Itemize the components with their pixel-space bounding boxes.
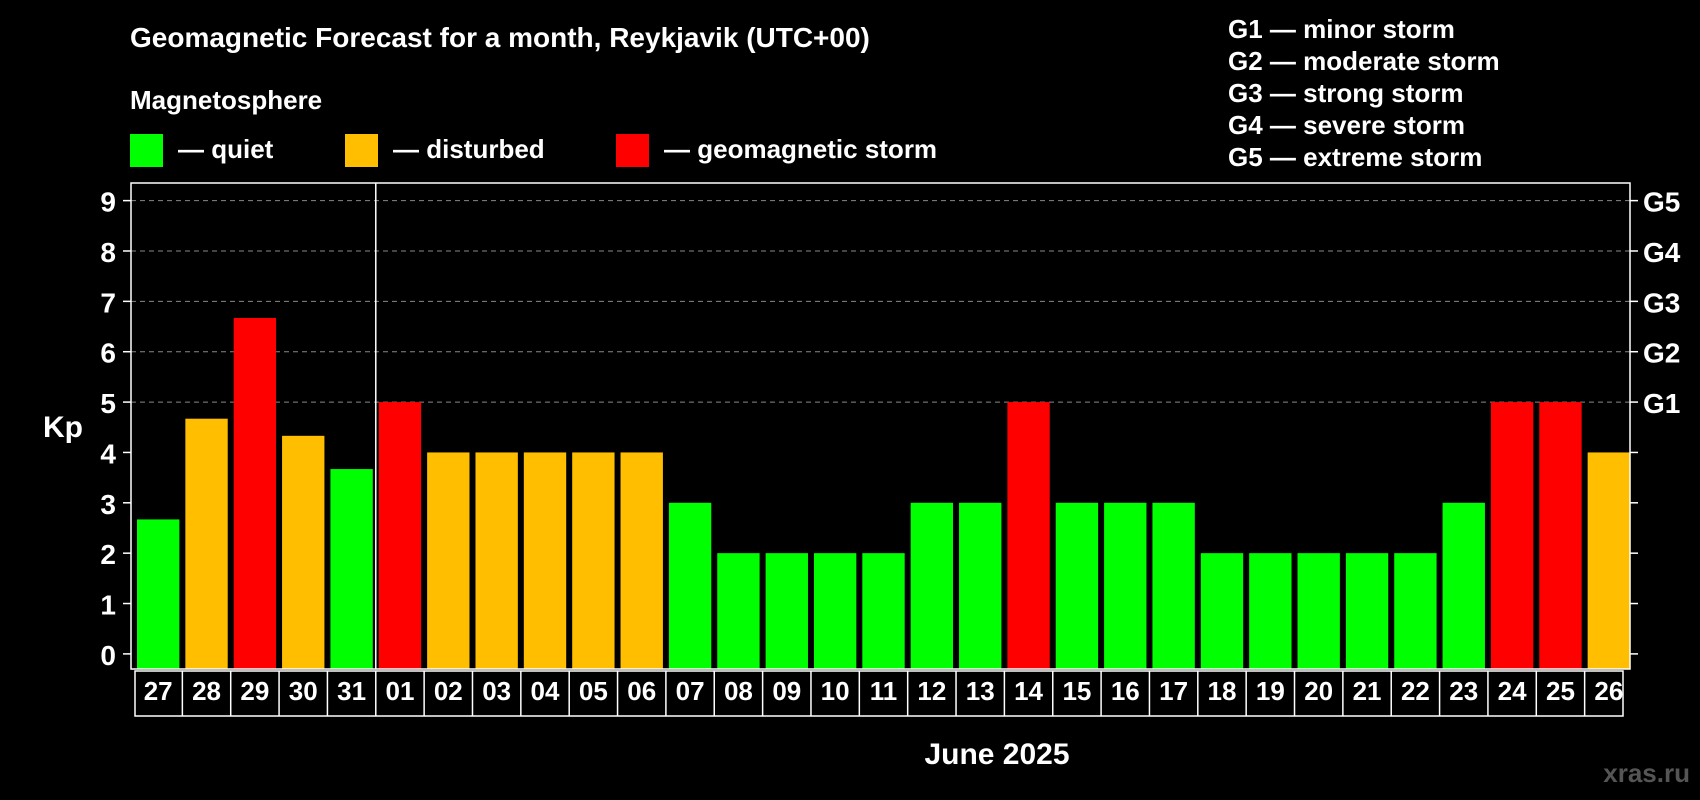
x-tick-label: 29 bbox=[240, 676, 269, 706]
y-axis-label: Kp bbox=[43, 411, 83, 444]
x-tick-label: 15 bbox=[1062, 676, 1091, 706]
x-tick-label: 07 bbox=[676, 676, 705, 706]
right-tick-label: G1 bbox=[1643, 388, 1680, 419]
bar bbox=[378, 402, 422, 669]
x-tick-label: 09 bbox=[772, 676, 801, 706]
right-tick-label: G3 bbox=[1643, 287, 1680, 318]
bar bbox=[1587, 452, 1630, 669]
x-tick-label: 28 bbox=[192, 676, 221, 706]
x-tick-label: 31 bbox=[337, 676, 366, 706]
bar bbox=[185, 418, 228, 669]
bar bbox=[620, 452, 663, 669]
x-tick-label: 21 bbox=[1353, 676, 1382, 706]
x-tick-label: 25 bbox=[1546, 676, 1575, 706]
y-tick-label: 7 bbox=[100, 287, 116, 318]
bar bbox=[1539, 402, 1582, 669]
bar bbox=[765, 553, 808, 669]
x-tick-label: 26 bbox=[1594, 676, 1623, 706]
bar bbox=[1394, 553, 1437, 669]
x-tick-label: 04 bbox=[531, 676, 560, 706]
x-tick-label: 27 bbox=[144, 676, 173, 706]
bar bbox=[1055, 502, 1099, 669]
legend-label: — disturbed bbox=[393, 134, 545, 164]
legend-label: — quiet bbox=[178, 134, 274, 164]
bar bbox=[475, 452, 518, 669]
x-axis-label: June 2025 bbox=[924, 738, 1069, 771]
y-tick-label: 6 bbox=[100, 338, 116, 369]
bar bbox=[572, 452, 615, 669]
x-tick-label: 06 bbox=[627, 676, 656, 706]
x-tick-label: 30 bbox=[289, 676, 318, 706]
geomagnetic-chart: Geomagnetic Forecast for a month, Reykja… bbox=[43, 14, 1690, 788]
storm-scale-legend: G1 — minor stormG2 — moderate stormG3 — … bbox=[1228, 14, 1500, 172]
x-tick-label: 01 bbox=[385, 676, 414, 706]
storm-scale-item: G3 — strong storm bbox=[1228, 78, 1463, 108]
x-tick-label: 23 bbox=[1449, 676, 1478, 706]
x-tick-label: 18 bbox=[1208, 676, 1237, 706]
y-tick-label: 3 bbox=[100, 489, 116, 520]
bar bbox=[1249, 553, 1292, 669]
x-tick-label: 22 bbox=[1401, 676, 1430, 706]
y-tick-label: 2 bbox=[100, 539, 116, 570]
x-tick-label: 11 bbox=[870, 676, 898, 706]
x-tick-label: 20 bbox=[1304, 676, 1333, 706]
bar bbox=[862, 553, 905, 669]
bar bbox=[282, 435, 325, 669]
magnetosphere-label: Magnetosphere bbox=[130, 85, 322, 115]
y-tick-label: 1 bbox=[100, 590, 116, 621]
storm-scale-item: G1 — minor storm bbox=[1228, 14, 1455, 44]
storm-scale-item: G2 — moderate storm bbox=[1228, 46, 1500, 76]
legend-swatch bbox=[616, 134, 649, 167]
bar bbox=[1200, 553, 1244, 669]
x-tick-label: 08 bbox=[724, 676, 753, 706]
y-tick-label: 5 bbox=[100, 388, 116, 419]
bar bbox=[137, 519, 180, 669]
x-tick-label: 02 bbox=[434, 676, 463, 706]
chart-title: Geomagnetic Forecast for a month, Reykja… bbox=[130, 22, 870, 53]
x-tick-label: 05 bbox=[579, 676, 608, 706]
bar bbox=[959, 502, 1002, 669]
watermark: xras.ru bbox=[1603, 758, 1690, 788]
legend: — quiet — disturbed — geomagnetic storm bbox=[130, 134, 937, 167]
bar bbox=[427, 452, 470, 669]
right-tick-label: G4 bbox=[1643, 237, 1681, 268]
y-tick-label: 4 bbox=[100, 438, 116, 469]
bar bbox=[330, 469, 373, 669]
bar bbox=[1442, 502, 1485, 669]
x-tick-label: 24 bbox=[1498, 676, 1527, 706]
bar bbox=[1104, 502, 1147, 669]
x-tick-label: 17 bbox=[1159, 676, 1188, 706]
right-tick-label: G2 bbox=[1643, 338, 1680, 369]
bar bbox=[1152, 502, 1195, 669]
y-tick-label: 9 bbox=[100, 187, 116, 218]
bar bbox=[523, 452, 567, 669]
y-tick-label: 8 bbox=[100, 237, 116, 268]
bar bbox=[668, 502, 712, 669]
x-tick-label: 16 bbox=[1111, 676, 1140, 706]
bar bbox=[813, 553, 857, 669]
bar bbox=[1345, 553, 1389, 669]
storm-scale-item: G4 — severe storm bbox=[1228, 110, 1465, 140]
legend-swatch bbox=[345, 134, 378, 167]
x-tick-label: 03 bbox=[482, 676, 511, 706]
right-tick-label: G5 bbox=[1643, 187, 1680, 218]
y-tick-label: 0 bbox=[100, 640, 116, 671]
legend-swatch bbox=[130, 134, 163, 167]
bar bbox=[1490, 402, 1534, 669]
storm-scale-item: G5 — extreme storm bbox=[1228, 142, 1482, 172]
x-tick-label: 19 bbox=[1256, 676, 1285, 706]
bar bbox=[1297, 553, 1340, 669]
bar bbox=[1007, 402, 1050, 669]
bar bbox=[910, 502, 954, 669]
x-tick-label: 13 bbox=[966, 676, 995, 706]
x-tick-label: 14 bbox=[1014, 676, 1043, 706]
bar bbox=[233, 317, 277, 669]
bar bbox=[717, 553, 760, 669]
x-tick-label: 10 bbox=[821, 676, 850, 706]
x-tick-label: 12 bbox=[917, 676, 946, 706]
legend-label: — geomagnetic storm bbox=[664, 134, 937, 164]
plot-area: 0123456789G1G2G3G4G527 28 29 30 31 01 02 03 04 05… bbox=[100, 182, 1681, 717]
